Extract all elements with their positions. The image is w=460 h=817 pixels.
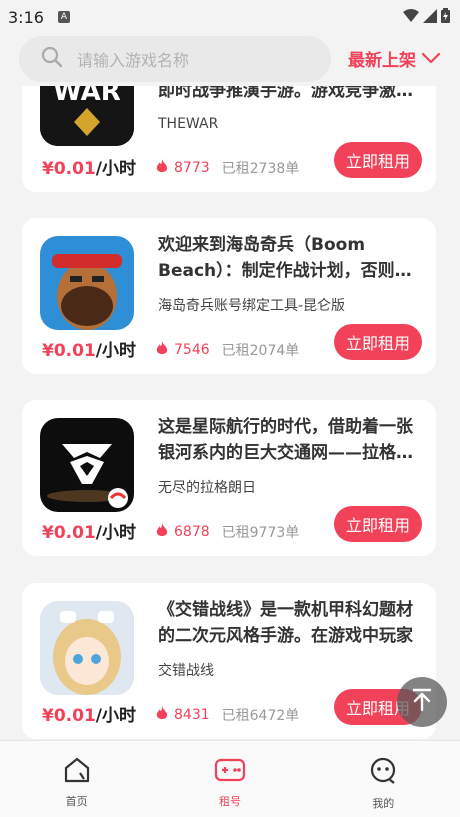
home-icon bbox=[63, 757, 91, 787]
price: ¥0.01/小时 bbox=[42, 159, 136, 179]
rented-count: 已租9773单 bbox=[221, 525, 300, 541]
game-subtitle: 无尽的拉格朗日 bbox=[158, 480, 256, 496]
hot-stats: 7546 已租2074单 bbox=[156, 340, 299, 360]
nav-profile[interactable]: 我的 bbox=[307, 741, 460, 817]
flame-icon bbox=[156, 522, 168, 542]
status-bar: 3:16 A bbox=[0, 0, 460, 34]
bottom-nav: 首页 租号 我的 bbox=[0, 740, 460, 817]
lagrange-icon bbox=[40, 418, 134, 512]
nav-rent[interactable]: 租号 bbox=[153, 741, 306, 817]
sort-label: 最新上架 bbox=[348, 51, 416, 71]
game-subtitle: 海岛奇兵账号绑定工具-昆仑版 bbox=[158, 298, 346, 314]
game-subtitle: THEWAR bbox=[158, 116, 219, 132]
game-title: 《交错战线》是一款机甲科幻题材的二次元风格手游。在游戏中玩家 bbox=[158, 600, 413, 646]
hot-count: 7546 bbox=[174, 342, 210, 358]
price: ¥0.01/小时 bbox=[42, 706, 136, 726]
flame-icon bbox=[156, 340, 168, 360]
flame-icon bbox=[156, 705, 168, 725]
rented-count: 已租2074单 bbox=[221, 343, 300, 359]
hot-stats: 8773 已租2738单 bbox=[156, 158, 299, 178]
profile-icon bbox=[369, 757, 397, 789]
notification-icon: A bbox=[57, 11, 70, 23]
hot-stats: 6878 已租9773单 bbox=[156, 522, 299, 542]
wifi-icon bbox=[403, 8, 419, 27]
game-card[interactable]: 《交错战线》是一款机甲科幻题材的二次元风格手游。在游戏中玩家 交错战线 ¥0.0… bbox=[22, 583, 436, 739]
boom-beach-icon bbox=[40, 236, 134, 330]
signal-icon bbox=[423, 8, 437, 27]
game-title: 这是星际航行的时代，借助着一张银河系内的巨大交通网——拉格朗日 bbox=[158, 417, 413, 463]
game-card[interactable]: 这是星际航行的时代，借助着一张银河系内的巨大交通网——拉格朗日 无尽的拉格朗日 … bbox=[22, 400, 436, 556]
status-icons bbox=[403, 8, 450, 27]
hot-count: 6878 bbox=[174, 524, 210, 540]
hot-stats: 8431 已租6472单 bbox=[156, 705, 299, 725]
chevron-down-icon bbox=[421, 49, 441, 68]
price: ¥0.01/小时 bbox=[42, 523, 136, 543]
sort-dropdown[interactable]: 最新上架 bbox=[348, 46, 441, 71]
hot-count: 8431 bbox=[174, 707, 210, 723]
rented-count: 已租2738单 bbox=[221, 161, 300, 177]
rent-now-button[interactable]: 立即租用 bbox=[334, 324, 422, 360]
arrow-up-icon bbox=[411, 688, 433, 716]
nav-label: 租号 bbox=[218, 795, 241, 808]
rent-now-button[interactable]: 立即租用 bbox=[334, 142, 422, 178]
nav-home[interactable]: 首页 bbox=[0, 741, 153, 817]
price: ¥0.01/小时 bbox=[42, 341, 136, 361]
status-time: 3:16 bbox=[8, 7, 44, 27]
nav-label: 首页 bbox=[65, 795, 88, 808]
rent-now-button[interactable]: 立即租用 bbox=[334, 506, 422, 542]
search-input[interactable]: 请输入游戏名称 bbox=[19, 36, 331, 82]
search-icon bbox=[41, 46, 63, 72]
battery-icon bbox=[441, 8, 450, 27]
game-card[interactable]: 欢迎来到海岛奇兵（Boom Beach）：制定作战计划，否则就会失败 海岛奇兵账… bbox=[22, 218, 436, 374]
crosscore-icon bbox=[40, 601, 134, 695]
game-list: WAR 即时战争推演手游。游戏竞争激烈，策略至上 THEWAR ¥0.01/小时… bbox=[0, 0, 460, 740]
game-subtitle: 交错战线 bbox=[158, 663, 214, 679]
rented-count: 已租6472单 bbox=[221, 708, 300, 724]
nav-label: 我的 bbox=[372, 797, 395, 810]
search-header: 请输入游戏名称 最新上架 bbox=[0, 34, 460, 86]
gamepad-icon bbox=[214, 757, 246, 787]
back-to-top-button[interactable] bbox=[397, 677, 447, 727]
flame-icon bbox=[156, 158, 168, 178]
hot-count: 8773 bbox=[174, 160, 210, 176]
game-title: 欢迎来到海岛奇兵（Boom Beach）：制定作战计划，否则就会失败 bbox=[158, 235, 412, 281]
search-placeholder: 请输入游戏名称 bbox=[77, 51, 190, 70]
